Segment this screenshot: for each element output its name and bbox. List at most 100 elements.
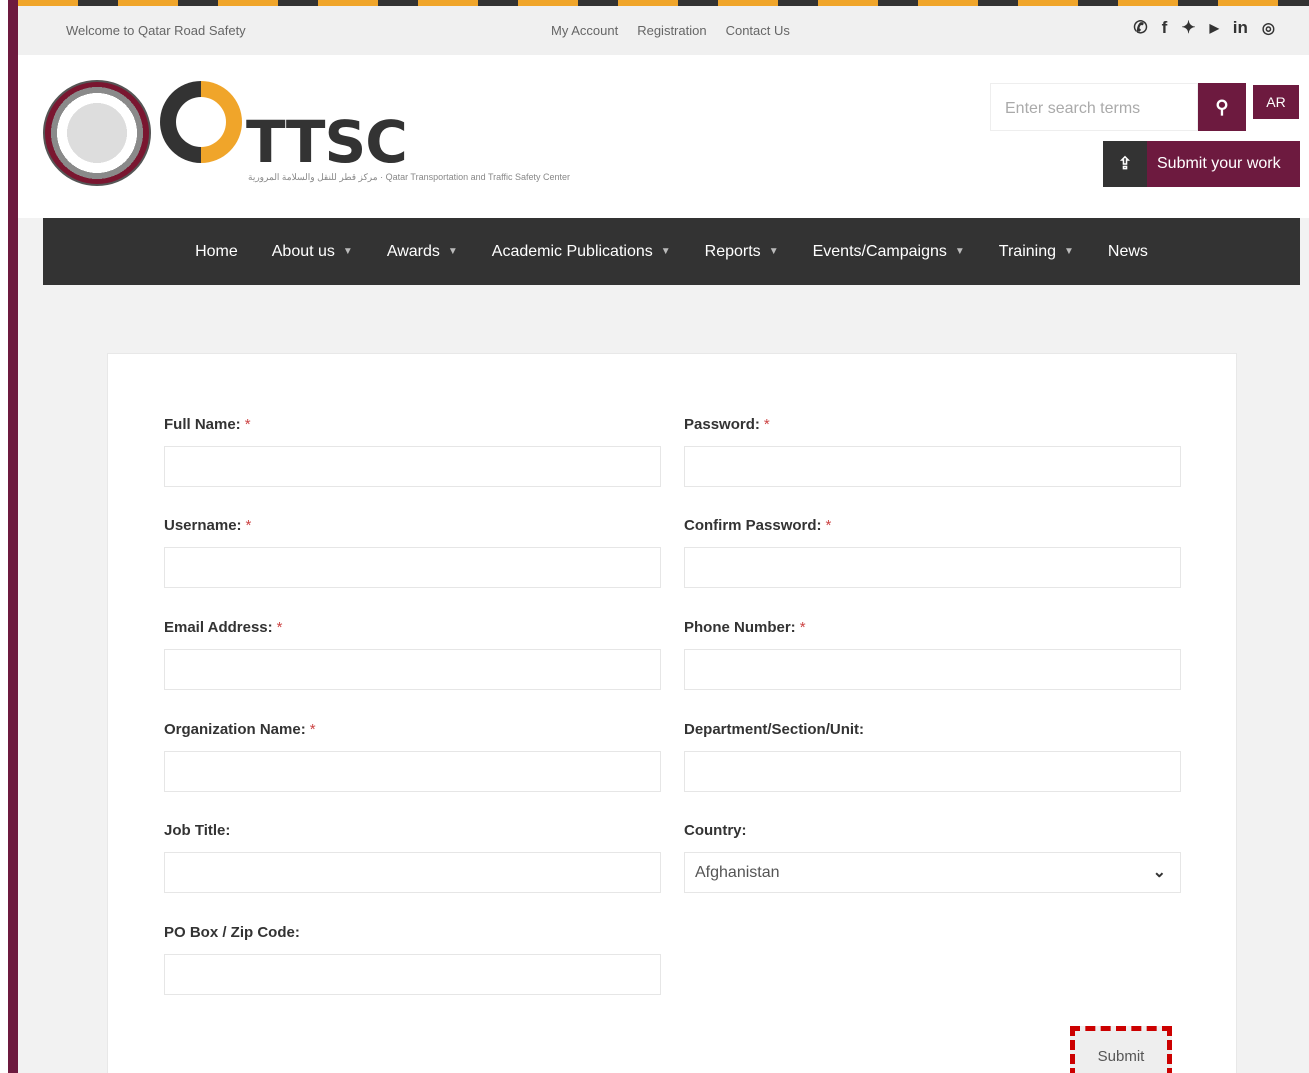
ttsc-logo-icon[interactable] xyxy=(160,81,242,163)
password-label: Password: * xyxy=(684,416,1181,446)
required-mark: * xyxy=(309,721,316,738)
header: TTSC مركز قطر للنقل والسلامة المرورية · … xyxy=(18,55,1309,218)
required-mark: * xyxy=(763,416,770,433)
required-mark: * xyxy=(825,517,832,534)
label-text: Username: xyxy=(164,517,242,534)
nav-item-academic-publications[interactable]: Academic Publications ▼ xyxy=(475,243,688,261)
instagram-icon[interactable]: ◎ xyxy=(1262,19,1275,37)
country-select[interactable]: Afghanistan ⌄ xyxy=(684,852,1181,893)
full-name-label: Full Name: * xyxy=(164,416,661,446)
username-field: Username: * xyxy=(164,517,661,588)
confirm-password-input[interactable] xyxy=(684,547,1181,588)
nav-label: Events/Campaigns xyxy=(812,242,947,260)
job-title-field: Job Title: xyxy=(164,822,661,893)
nav-label: Home xyxy=(195,242,238,260)
username-input[interactable] xyxy=(164,547,661,588)
email-input[interactable] xyxy=(164,649,661,690)
language-ar-button[interactable]: AR xyxy=(1253,85,1299,119)
phone-input[interactable] xyxy=(684,649,1181,690)
required-mark: * xyxy=(244,416,251,433)
submit-button[interactable]: Submit xyxy=(1070,1026,1172,1073)
email-field: Email Address: * xyxy=(164,619,661,690)
label-text: Organization Name: xyxy=(164,721,306,738)
nav-label: Training xyxy=(998,242,1057,260)
full-name-input[interactable] xyxy=(164,446,661,487)
organization-input[interactable] xyxy=(164,751,661,792)
top-bar: Welcome to Qatar Road Safety My Account … xyxy=(18,6,1309,55)
email-label: Email Address: * xyxy=(164,619,661,649)
label-text: Phone Number: xyxy=(684,619,796,636)
twitter-icon[interactable]: ✦ xyxy=(1181,18,1195,38)
nav-item-about-us[interactable]: About us ▼ xyxy=(255,243,370,261)
submit-your-work-label: Submit your work xyxy=(1147,141,1300,187)
caret-down-icon: ▼ xyxy=(768,246,779,257)
nav-label: News xyxy=(1107,242,1148,260)
po-box-field: PO Box / Zip Code: xyxy=(164,924,661,995)
confirm-password-field: Confirm Password: * xyxy=(684,517,1181,588)
registration-link[interactable]: Registration xyxy=(637,23,706,38)
logo-text[interactable]: TTSC xyxy=(246,113,408,171)
nav-item-awards[interactable]: Awards ▼ xyxy=(370,243,475,261)
youtube-icon[interactable]: ▶ xyxy=(1210,21,1219,35)
country-selected-value: Afghanistan xyxy=(695,864,780,881)
password-input[interactable] xyxy=(684,446,1181,487)
nav-label: Awards xyxy=(386,242,440,260)
job-title-input[interactable] xyxy=(164,852,661,893)
submit-your-work-button[interactable]: ⇪ Submit your work xyxy=(1103,141,1300,187)
caret-down-icon: ▼ xyxy=(1064,246,1074,257)
label-text: Department/Section/Unit: xyxy=(684,721,865,738)
chevron-down-icon: ⌄ xyxy=(1152,864,1166,881)
label-text: Full Name: xyxy=(164,416,241,433)
caret-down-icon: ▼ xyxy=(447,246,458,257)
whatsapp-icon[interactable]: ✆ xyxy=(1133,18,1147,38)
national-traffic-safety-seal-icon[interactable] xyxy=(43,80,151,186)
label-text: PO Box / Zip Code: xyxy=(164,924,300,941)
nav-label: Reports xyxy=(704,242,761,260)
label-text: Confirm Password: xyxy=(684,517,822,534)
organization-field: Organization Name: * xyxy=(164,721,661,792)
facebook-icon[interactable]: f xyxy=(1162,18,1168,38)
left-stripe xyxy=(8,0,18,1073)
department-field: Department/Section/Unit: xyxy=(684,721,1181,792)
po-box-input[interactable] xyxy=(164,954,661,995)
job-title-label: Job Title: xyxy=(164,822,661,852)
required-mark: * xyxy=(276,619,283,636)
top-links: My Account Registration Contact Us xyxy=(551,23,790,38)
department-input[interactable] xyxy=(684,751,1181,792)
phone-field: Phone Number: * xyxy=(684,619,1181,690)
po-box-label: PO Box / Zip Code: xyxy=(164,924,661,954)
my-account-link[interactable]: My Account xyxy=(551,23,618,38)
search-input[interactable]: Enter search terms xyxy=(990,83,1198,131)
full-name-field: Full Name: * xyxy=(164,416,661,487)
nav-item-training[interactable]: Training ▼ xyxy=(982,243,1091,261)
linkedin-icon[interactable]: in xyxy=(1233,18,1248,38)
caret-down-icon: ▼ xyxy=(660,246,671,257)
nav-label: About us xyxy=(271,242,335,260)
search-button[interactable]: ⚲ xyxy=(1198,83,1246,131)
nav-item-home[interactable]: Home xyxy=(178,243,255,261)
social-links: ✆ f ✦ ▶ in ◎ xyxy=(1133,18,1275,38)
nav-item-reports[interactable]: Reports ▼ xyxy=(688,243,796,261)
main-nav: Home About us ▼ Awards ▼ Academic Publicat… xyxy=(43,218,1300,285)
contact-us-link[interactable]: Contact Us xyxy=(726,23,790,38)
required-mark: * xyxy=(245,517,252,534)
welcome-text: Welcome to Qatar Road Safety xyxy=(66,23,246,38)
phone-label: Phone Number: * xyxy=(684,619,1181,649)
left-edge xyxy=(0,0,18,1073)
confirm-password-label: Confirm Password: * xyxy=(684,517,1181,547)
logo-subtitle: مركز قطر للنقل والسلامة المرورية · Qatar… xyxy=(248,172,571,182)
country-field: Country: Afghanistan ⌄ xyxy=(684,822,1181,893)
upload-icon: ⇪ xyxy=(1103,141,1147,187)
nav-item-events-campaigns[interactable]: Events/Campaigns ▼ xyxy=(796,243,982,261)
username-label: Username: * xyxy=(164,517,661,547)
organization-label: Organization Name: * xyxy=(164,721,661,751)
label-text: Email Address: xyxy=(164,619,273,636)
label-text: Job Title: xyxy=(164,822,231,839)
country-label: Country: xyxy=(684,822,1181,852)
nav-item-news[interactable]: News xyxy=(1091,243,1165,261)
caret-down-icon: ▼ xyxy=(954,246,965,257)
page: Welcome to Qatar Road Safety My Account … xyxy=(18,0,1309,1073)
label-text: Country: xyxy=(684,822,747,839)
search-icon: ⚲ xyxy=(1215,97,1229,117)
nav-label: Academic Publications xyxy=(491,242,653,260)
